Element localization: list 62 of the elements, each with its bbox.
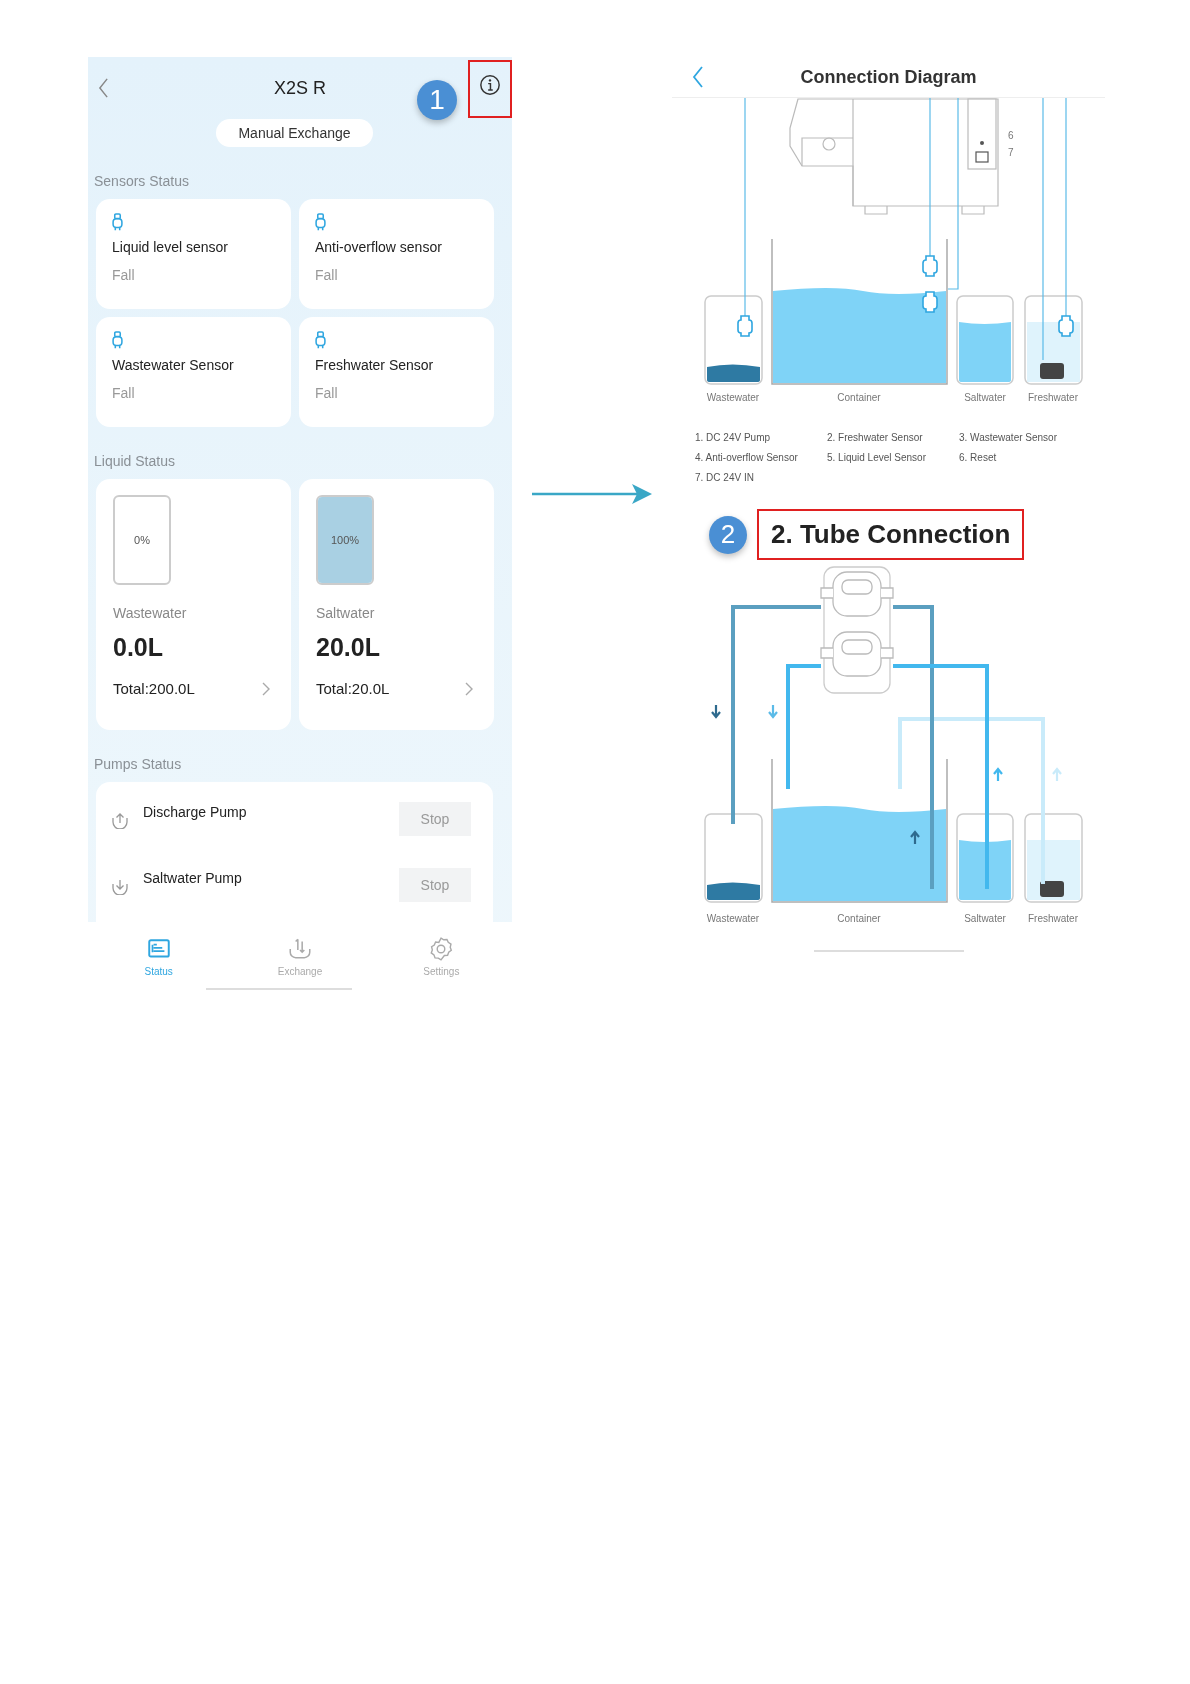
vessel-label: Container (837, 392, 881, 403)
vessel-label: Freshwater (1028, 913, 1078, 924)
tank-card[interactable]: 0% Wastewater 0.0L Total:200.0L (96, 479, 291, 730)
section-title: 2. Tube Connection (757, 509, 1025, 560)
chevron-icon (465, 681, 473, 696)
tank-percent: 100% (330, 534, 360, 546)
legend-item: 3. Wastewater Sensor (959, 432, 1058, 443)
vessel-label: Saltwater (964, 392, 1006, 403)
legend-item: 5. Liquid Level Sensor (827, 452, 927, 463)
section-title: Liquid Status (93, 452, 176, 471)
tab[interactable]: Status (88, 922, 230, 990)
legend-item: 4. Anti-overflow Sensor (695, 452, 799, 463)
port-label: 6 (1008, 130, 1014, 141)
sensor-icon (315, 213, 326, 231)
vessel-label: Wastewater (706, 392, 760, 403)
sensor-name: Freshwater Sensor (315, 357, 435, 373)
tank-percent: 0% (134, 534, 150, 546)
pump-name: Discharge Pump (143, 804, 248, 820)
sensor-state: Fall (315, 267, 339, 283)
tank-name: Wastewater (113, 605, 188, 621)
port-label: 7 (1008, 147, 1014, 158)
sensor-state: Fall (315, 385, 339, 401)
sensor-icon (315, 331, 326, 349)
legend-item: 1. DC 24V Pump (695, 432, 772, 443)
tank-name: Saltwater (316, 605, 376, 621)
step-badge: 2 (709, 515, 747, 554)
stop-button[interactable]: Stop (399, 802, 471, 836)
screen-title: Connection Diagram (799, 66, 978, 88)
sensor-name: Liquid level sensor (112, 239, 229, 255)
screen-title: X2S R (273, 77, 327, 99)
tank-total: Total:200.0L (113, 680, 195, 697)
section-title: Sensors Status (93, 172, 190, 191)
sensor-state: Fall (112, 267, 136, 283)
sensor-name: Wastewater Sensor (112, 357, 235, 373)
vessel-label: Container (837, 913, 881, 924)
tank-volume: 0.0L (113, 633, 165, 662)
back-icon[interactable] (692, 66, 704, 88)
sensor-state: Fall (112, 385, 136, 401)
sensor-name: Anti-overflow sensor (315, 239, 443, 255)
settings-icon (428, 935, 455, 962)
sensor-icon (112, 213, 123, 231)
sensor-icon (112, 331, 123, 349)
vessel-label: Saltwater (964, 913, 1006, 924)
info-icon[interactable] (479, 74, 501, 96)
section-title: Pumps Status (93, 755, 183, 774)
back-icon[interactable] (98, 78, 109, 98)
tab[interactable]: Settings (370, 922, 512, 990)
tab[interactable]: Exchange (229, 922, 371, 990)
vessel-label: Wastewater (706, 913, 760, 924)
legend-item: 6. Reset (959, 452, 998, 463)
tank-card[interactable]: 100% Saltwater 20.0L Total:20.0L (299, 479, 494, 730)
tank-total: Total:20.0L (316, 680, 390, 697)
vessel-label: Freshwater (1028, 392, 1078, 403)
arrow-icon (532, 482, 652, 506)
manual-exchange-button[interactable]: Manual Exchange (216, 119, 373, 147)
pump-name: Saltwater Pump (143, 870, 243, 886)
legend-item: 2. Freshwater Sensor (827, 432, 924, 443)
step-badge: 1 (417, 80, 457, 120)
stop-button[interactable]: Stop (399, 868, 471, 902)
legend-item: 7. DC 24V IN (695, 472, 755, 483)
tank-volume: 20.0L (316, 633, 381, 662)
chevron-icon (262, 681, 270, 696)
